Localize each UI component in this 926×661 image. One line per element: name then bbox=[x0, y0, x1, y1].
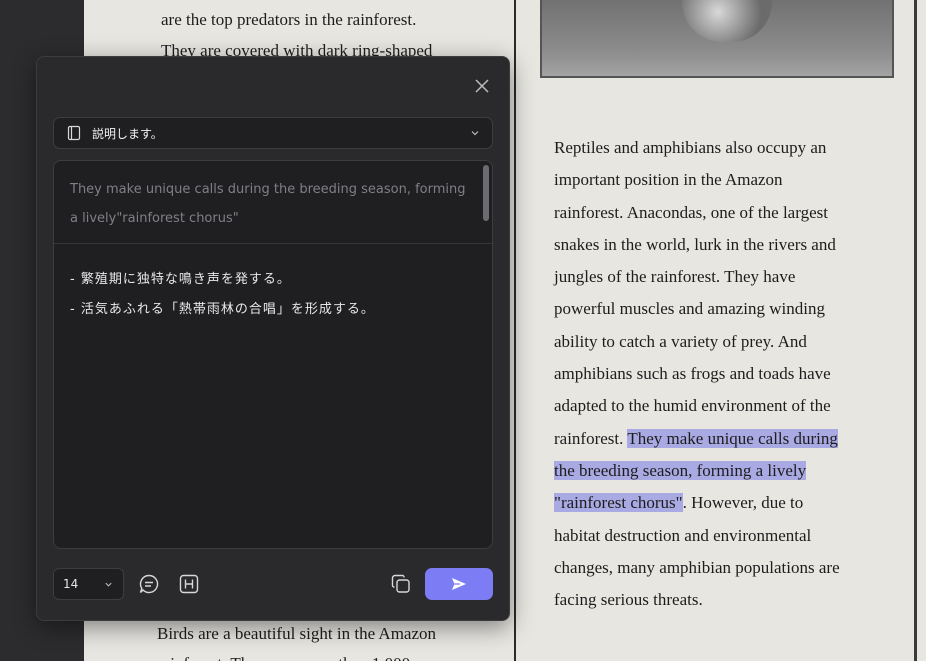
book-line-highlighted[interactable]: rainforest. They make unique calls durin… bbox=[554, 423, 840, 455]
book-line: facing serious threats. bbox=[554, 590, 703, 610]
book-text-fragment: . However, due to bbox=[682, 493, 804, 513]
divider bbox=[54, 243, 492, 244]
send-button[interactable] bbox=[425, 568, 493, 600]
close-icon[interactable] bbox=[473, 77, 491, 95]
book-icon bbox=[67, 125, 81, 141]
book-line: Birds are a beautiful sight in the Amazo… bbox=[157, 624, 437, 643]
font-size-value: 14 bbox=[63, 577, 79, 591]
font-size-dropdown[interactable]: 14 bbox=[53, 568, 124, 600]
mode-label: 説明します。 bbox=[92, 126, 163, 141]
result-line: - 繁殖期に独特な鳴き声を発する。 bbox=[70, 272, 291, 287]
heading-icon[interactable] bbox=[178, 573, 200, 595]
chevron-down-icon bbox=[105, 582, 112, 587]
text-selection-highlight[interactable]: "rainforest chorus" bbox=[554, 493, 683, 513]
content-box: They make unique calls during the breedi… bbox=[53, 160, 493, 549]
book-line-highlighted[interactable]: the breeding season, forming a lively bbox=[554, 455, 840, 487]
ai-explain-panel: 説明します。 They make unique calls during the… bbox=[36, 56, 510, 621]
left-column-bottom-text: Birds are a beautiful sight in the Amazo… bbox=[157, 619, 436, 661]
result-line: - 活気あふれる「熱帯雨林の合唱」を形成する。 bbox=[70, 302, 375, 317]
send-icon bbox=[452, 578, 466, 590]
comment-icon[interactable] bbox=[138, 573, 160, 595]
book-line: jungles of the rainforest. They have bbox=[554, 267, 796, 287]
book-line: Reptiles and amphibians also occupy an bbox=[554, 138, 827, 157]
book-line: are the top predators in the rainforest. bbox=[161, 10, 417, 29]
page-photo bbox=[540, 0, 894, 78]
book-line: rainforest. Anacondas, one of the larges… bbox=[554, 202, 828, 222]
book-line: adapted to the humid environment of the bbox=[554, 396, 831, 416]
book-line: habitat destruction and environmental bbox=[554, 525, 812, 545]
page-edge bbox=[914, 0, 917, 661]
book-line: important position in the Amazon bbox=[554, 170, 783, 190]
right-column-text[interactable]: Reptiles and amphibians also occupy an i… bbox=[554, 132, 840, 616]
book-line: snakes in the world, lurk in the rivers … bbox=[554, 234, 836, 254]
chevron-down-icon bbox=[471, 131, 479, 136]
book-line: changes, many amphibian populations are bbox=[554, 557, 840, 577]
text-selection-highlight[interactable]: They make unique calls during bbox=[627, 428, 838, 448]
book-text-fragment: rainforest. bbox=[554, 428, 628, 448]
book-line: ability to catch a variety of prey. And bbox=[554, 331, 807, 351]
source-text: They make unique calls during the breedi… bbox=[70, 182, 466, 226]
scrollbar-thumb[interactable] bbox=[483, 165, 489, 221]
book-line: rainforest. There are more than 1,000 bbox=[157, 649, 436, 661]
copy-icon[interactable] bbox=[390, 573, 412, 595]
book-line: powerful muscles and amazing winding bbox=[554, 299, 825, 319]
page-fold bbox=[514, 0, 516, 661]
book-line-highlighted[interactable]: "rainforest chorus". However, due to bbox=[554, 487, 840, 519]
book-line: amphibians such as frogs and toads have bbox=[554, 364, 831, 384]
text-selection-highlight[interactable]: the breeding season, forming a lively bbox=[554, 460, 807, 480]
mode-dropdown[interactable]: 説明します。 bbox=[53, 117, 493, 149]
explanation-result: - 繁殖期に独特な鳴き声を発する。 - 活気あふれる「熱帯雨林の合唱」を形成する… bbox=[70, 265, 375, 325]
